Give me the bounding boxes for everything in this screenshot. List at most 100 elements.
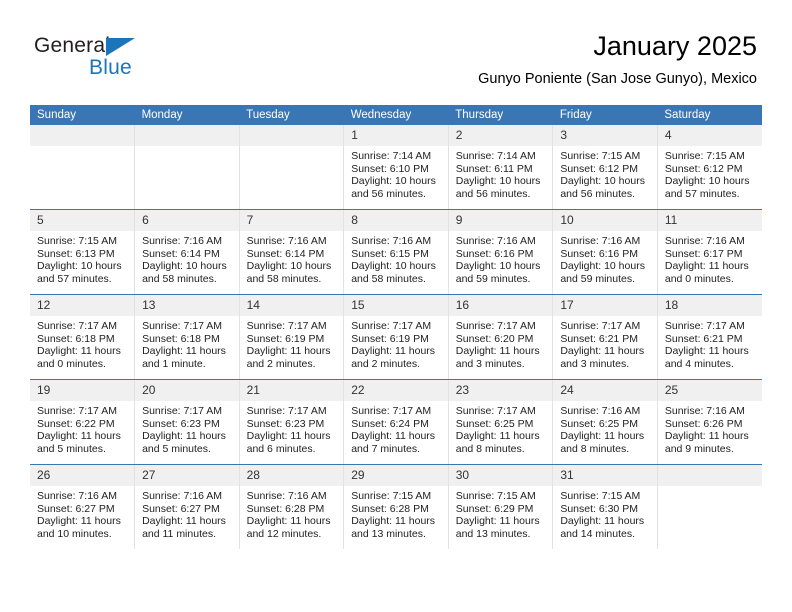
calendar-cell-day-25[interactable]: 25 Sunrise: 7:16 AM Sunset: 6:26 PM Dayligh… bbox=[657, 379, 762, 465]
calendar-cell-day-28[interactable]: 28 Sunrise: 7:16 AM Sunset: 6:28 PM Dayligh… bbox=[239, 464, 345, 549]
calendar-cell-day-4[interactable]: 4 Sunrise: 7:15 AM Sunset: 6:12 PM Daylight… bbox=[657, 125, 762, 210]
day-number: 30 bbox=[448, 465, 553, 486]
page-subtitle: Gunyo Poniente (San Jose Gunyo), Mexico bbox=[478, 71, 757, 87]
day-details: Sunrise: 7:17 AM Sunset: 6:19 PM Daylight:… bbox=[344, 316, 448, 370]
day-detail-line: and 11 minutes. bbox=[142, 527, 216, 540]
day-detail-line: and 6 minutes. bbox=[246, 442, 316, 455]
day-detail-line: and 5 minutes. bbox=[142, 442, 211, 455]
calendar-cell-day-12[interactable]: 12 Sunrise: 7:17 AM Sunset: 6:18 PM Dayligh… bbox=[30, 294, 136, 380]
calendar-cell-day-17[interactable]: 17 Sunrise: 7:17 AM Sunset: 6:21 PM Dayligh… bbox=[552, 294, 658, 380]
day-detail-line: and 0 minutes. bbox=[664, 272, 734, 285]
day-detail-line: Sunrise: 7:17 AM bbox=[246, 405, 327, 417]
day-detail-line: and 3 minutes. bbox=[560, 357, 630, 370]
day-detail-line: Daylight: 11 hours bbox=[351, 430, 436, 443]
calendar-cell-day-9[interactable]: 9 Sunrise: 7:16 AM Sunset: 6:16 PM Daylight… bbox=[448, 209, 554, 295]
day-detail-line: Sunset: 6:28 PM bbox=[351, 502, 429, 515]
day-detail-line: Sunrise: 7:16 AM bbox=[664, 235, 745, 247]
calendar-cell-day-11[interactable]: 11 Sunrise: 7:16 AM Sunset: 6:17 PM Dayligh… bbox=[657, 209, 762, 295]
day-detail-line: Sunset: 6:21 PM bbox=[560, 332, 638, 345]
calendar-cell-day-19[interactable]: 19 Sunrise: 7:17 AM Sunset: 6:22 PM Dayligh… bbox=[30, 379, 136, 465]
day-details bbox=[135, 146, 239, 150]
calendar-cell-day-2[interactable]: 2 Sunrise: 7:14 AM Sunset: 6:11 PM Daylight… bbox=[448, 125, 554, 210]
calendar-cell-day-16[interactable]: 16 Sunrise: 7:17 AM Sunset: 6:20 PM Dayligh… bbox=[448, 294, 554, 380]
day-detail-line: Sunset: 6:20 PM bbox=[455, 332, 534, 345]
day-detail-line: and 5 minutes. bbox=[37, 442, 106, 455]
calendar-cell-day-30[interactable]: 30 Sunrise: 7:15 AM Sunset: 6:29 PM Dayligh… bbox=[448, 464, 554, 549]
calendar-cell-day-21[interactable]: 21 Sunrise: 7:17 AM Sunset: 6:23 PM Dayligh… bbox=[239, 379, 345, 465]
day-detail-line: Sunset: 6:14 PM bbox=[246, 247, 325, 260]
day-details: Sunrise: 7:14 AM Sunset: 6:11 PM Daylight:… bbox=[449, 146, 553, 200]
day-detail-line: Sunset: 6:24 PM bbox=[351, 417, 429, 430]
calendar-cell-empty bbox=[657, 464, 762, 549]
general-blue-logo[interactable]: General Blue bbox=[34, 34, 214, 84]
day-detail-line: Sunset: 6:13 PM bbox=[37, 247, 115, 260]
day-detail-line: Sunset: 6:29 PM bbox=[455, 502, 534, 515]
day-detail-line: Daylight: 10 hours bbox=[142, 260, 227, 273]
day-detail-line: Sunrise: 7:17 AM bbox=[664, 320, 745, 332]
day-number: 6 bbox=[135, 210, 239, 231]
calendar-week-row: 12 Sunrise: 7:17 AM Sunset: 6:18 PM Dayligh… bbox=[30, 294, 762, 380]
calendar-cell-day-6[interactable]: 6 Sunrise: 7:16 AM Sunset: 6:14 PM Daylight… bbox=[134, 209, 240, 295]
day-detail-line: and 58 minutes. bbox=[142, 272, 217, 285]
day-detail-line: and 56 minutes. bbox=[351, 187, 426, 200]
calendar-cell-day-1[interactable]: 1 Sunrise: 7:14 AM Sunset: 6:10 PM Daylight… bbox=[343, 125, 449, 210]
calendar-cell-day-31[interactable]: 31 Sunrise: 7:15 AM Sunset: 6:30 PM Dayligh… bbox=[552, 464, 658, 549]
day-details: Sunrise: 7:16 AM Sunset: 6:27 PM Daylight:… bbox=[30, 486, 134, 540]
calendar-cell-empty bbox=[134, 125, 240, 210]
weekday-header-monday: Monday bbox=[134, 105, 240, 125]
calendar-cell-day-5[interactable]: 5 Sunrise: 7:15 AM Sunset: 6:13 PM Daylight… bbox=[30, 209, 136, 295]
calendar-cell-day-10[interactable]: 10 Sunrise: 7:16 AM Sunset: 6:16 PM Dayligh… bbox=[552, 209, 658, 295]
day-details: Sunrise: 7:17 AM Sunset: 6:22 PM Daylight:… bbox=[30, 401, 134, 455]
day-detail-line: Sunset: 6:19 PM bbox=[246, 332, 325, 345]
calendar-cell-day-13[interactable]: 13 Sunrise: 7:17 AM Sunset: 6:18 PM Dayligh… bbox=[134, 294, 240, 380]
day-details: Sunrise: 7:15 AM Sunset: 6:13 PM Daylight:… bbox=[30, 231, 134, 285]
calendar-cell-day-3[interactable]: 3 Sunrise: 7:15 AM Sunset: 6:12 PM Daylight… bbox=[552, 125, 658, 210]
day-number: 29 bbox=[344, 465, 448, 486]
calendar-cell-day-22[interactable]: 22 Sunrise: 7:17 AM Sunset: 6:24 PM Dayligh… bbox=[343, 379, 449, 465]
day-number: 26 bbox=[30, 465, 135, 486]
day-details: Sunrise: 7:15 AM Sunset: 6:28 PM Daylight:… bbox=[344, 486, 448, 540]
calendar-cell-day-23[interactable]: 23 Sunrise: 7:17 AM Sunset: 6:25 PM Dayligh… bbox=[448, 379, 554, 465]
day-detail-line: Sunrise: 7:16 AM bbox=[351, 235, 432, 247]
day-detail-line: Sunset: 6:18 PM bbox=[37, 332, 115, 345]
day-detail-line: and 2 minutes. bbox=[246, 357, 316, 370]
calendar-cell-day-7[interactable]: 7 Sunrise: 7:16 AM Sunset: 6:14 PM Daylight… bbox=[239, 209, 345, 295]
day-detail-line: Sunset: 6:14 PM bbox=[142, 247, 220, 260]
day-number: 24 bbox=[553, 380, 657, 401]
calendar-cell-day-29[interactable]: 29 Sunrise: 7:15 AM Sunset: 6:28 PM Dayligh… bbox=[343, 464, 449, 549]
day-detail-line: Sunset: 6:27 PM bbox=[142, 502, 220, 515]
day-detail-line: and 56 minutes. bbox=[560, 187, 636, 200]
day-details: Sunrise: 7:17 AM Sunset: 6:25 PM Daylight:… bbox=[449, 401, 553, 455]
day-details: Sunrise: 7:15 AM Sunset: 6:12 PM Daylight:… bbox=[658, 146, 762, 200]
day-detail-line: Daylight: 10 hours bbox=[560, 260, 645, 273]
calendar-cell-day-24[interactable]: 24 Sunrise: 7:16 AM Sunset: 6:25 PM Dayligh… bbox=[552, 379, 658, 465]
day-number bbox=[657, 465, 762, 486]
day-number: 23 bbox=[448, 380, 553, 401]
day-detail-line: Daylight: 11 hours bbox=[664, 345, 749, 358]
calendar-cell-day-26[interactable]: 26 Sunrise: 7:16 AM Sunset: 6:27 PM Dayligh… bbox=[30, 464, 136, 549]
day-number: 11 bbox=[657, 210, 762, 231]
calendar-cell-day-15[interactable]: 15 Sunrise: 7:17 AM Sunset: 6:19 PM Dayligh… bbox=[343, 294, 449, 380]
day-detail-line: Sunrise: 7:17 AM bbox=[560, 320, 641, 332]
calendar-cell-day-27[interactable]: 27 Sunrise: 7:16 AM Sunset: 6:27 PM Dayligh… bbox=[134, 464, 240, 549]
calendar-cell-day-20[interactable]: 20 Sunrise: 7:17 AM Sunset: 6:23 PM Dayligh… bbox=[134, 379, 240, 465]
calendar-cell-empty bbox=[30, 125, 136, 210]
day-detail-line: Sunrise: 7:17 AM bbox=[351, 405, 432, 417]
day-detail-line: Daylight: 10 hours bbox=[455, 175, 541, 188]
day-detail-line: Sunrise: 7:15 AM bbox=[455, 490, 536, 502]
day-detail-line: and 4 minutes. bbox=[664, 357, 734, 370]
day-detail-line: and 1 minute. bbox=[142, 357, 206, 370]
day-number: 17 bbox=[553, 295, 657, 316]
day-detail-line: Sunrise: 7:17 AM bbox=[455, 320, 536, 332]
calendar-cell-day-18[interactable]: 18 Sunrise: 7:17 AM Sunset: 6:21 PM Dayligh… bbox=[657, 294, 762, 380]
day-detail-line: Sunset: 6:22 PM bbox=[37, 417, 115, 430]
day-number: 2 bbox=[448, 125, 553, 146]
day-detail-line: Sunrise: 7:16 AM bbox=[246, 490, 327, 502]
calendar-cell-day-14[interactable]: 14 Sunrise: 7:17 AM Sunset: 6:19 PM Dayligh… bbox=[239, 294, 345, 380]
day-detail-line: Sunset: 6:26 PM bbox=[664, 417, 743, 430]
day-detail-line: Daylight: 11 hours bbox=[142, 515, 226, 528]
day-number: 16 bbox=[448, 295, 553, 316]
calendar-cell-day-8[interactable]: 8 Sunrise: 7:16 AM Sunset: 6:15 PM Daylight… bbox=[343, 209, 449, 295]
day-detail-line: and 59 minutes. bbox=[455, 272, 531, 285]
day-number: 20 bbox=[135, 380, 239, 401]
